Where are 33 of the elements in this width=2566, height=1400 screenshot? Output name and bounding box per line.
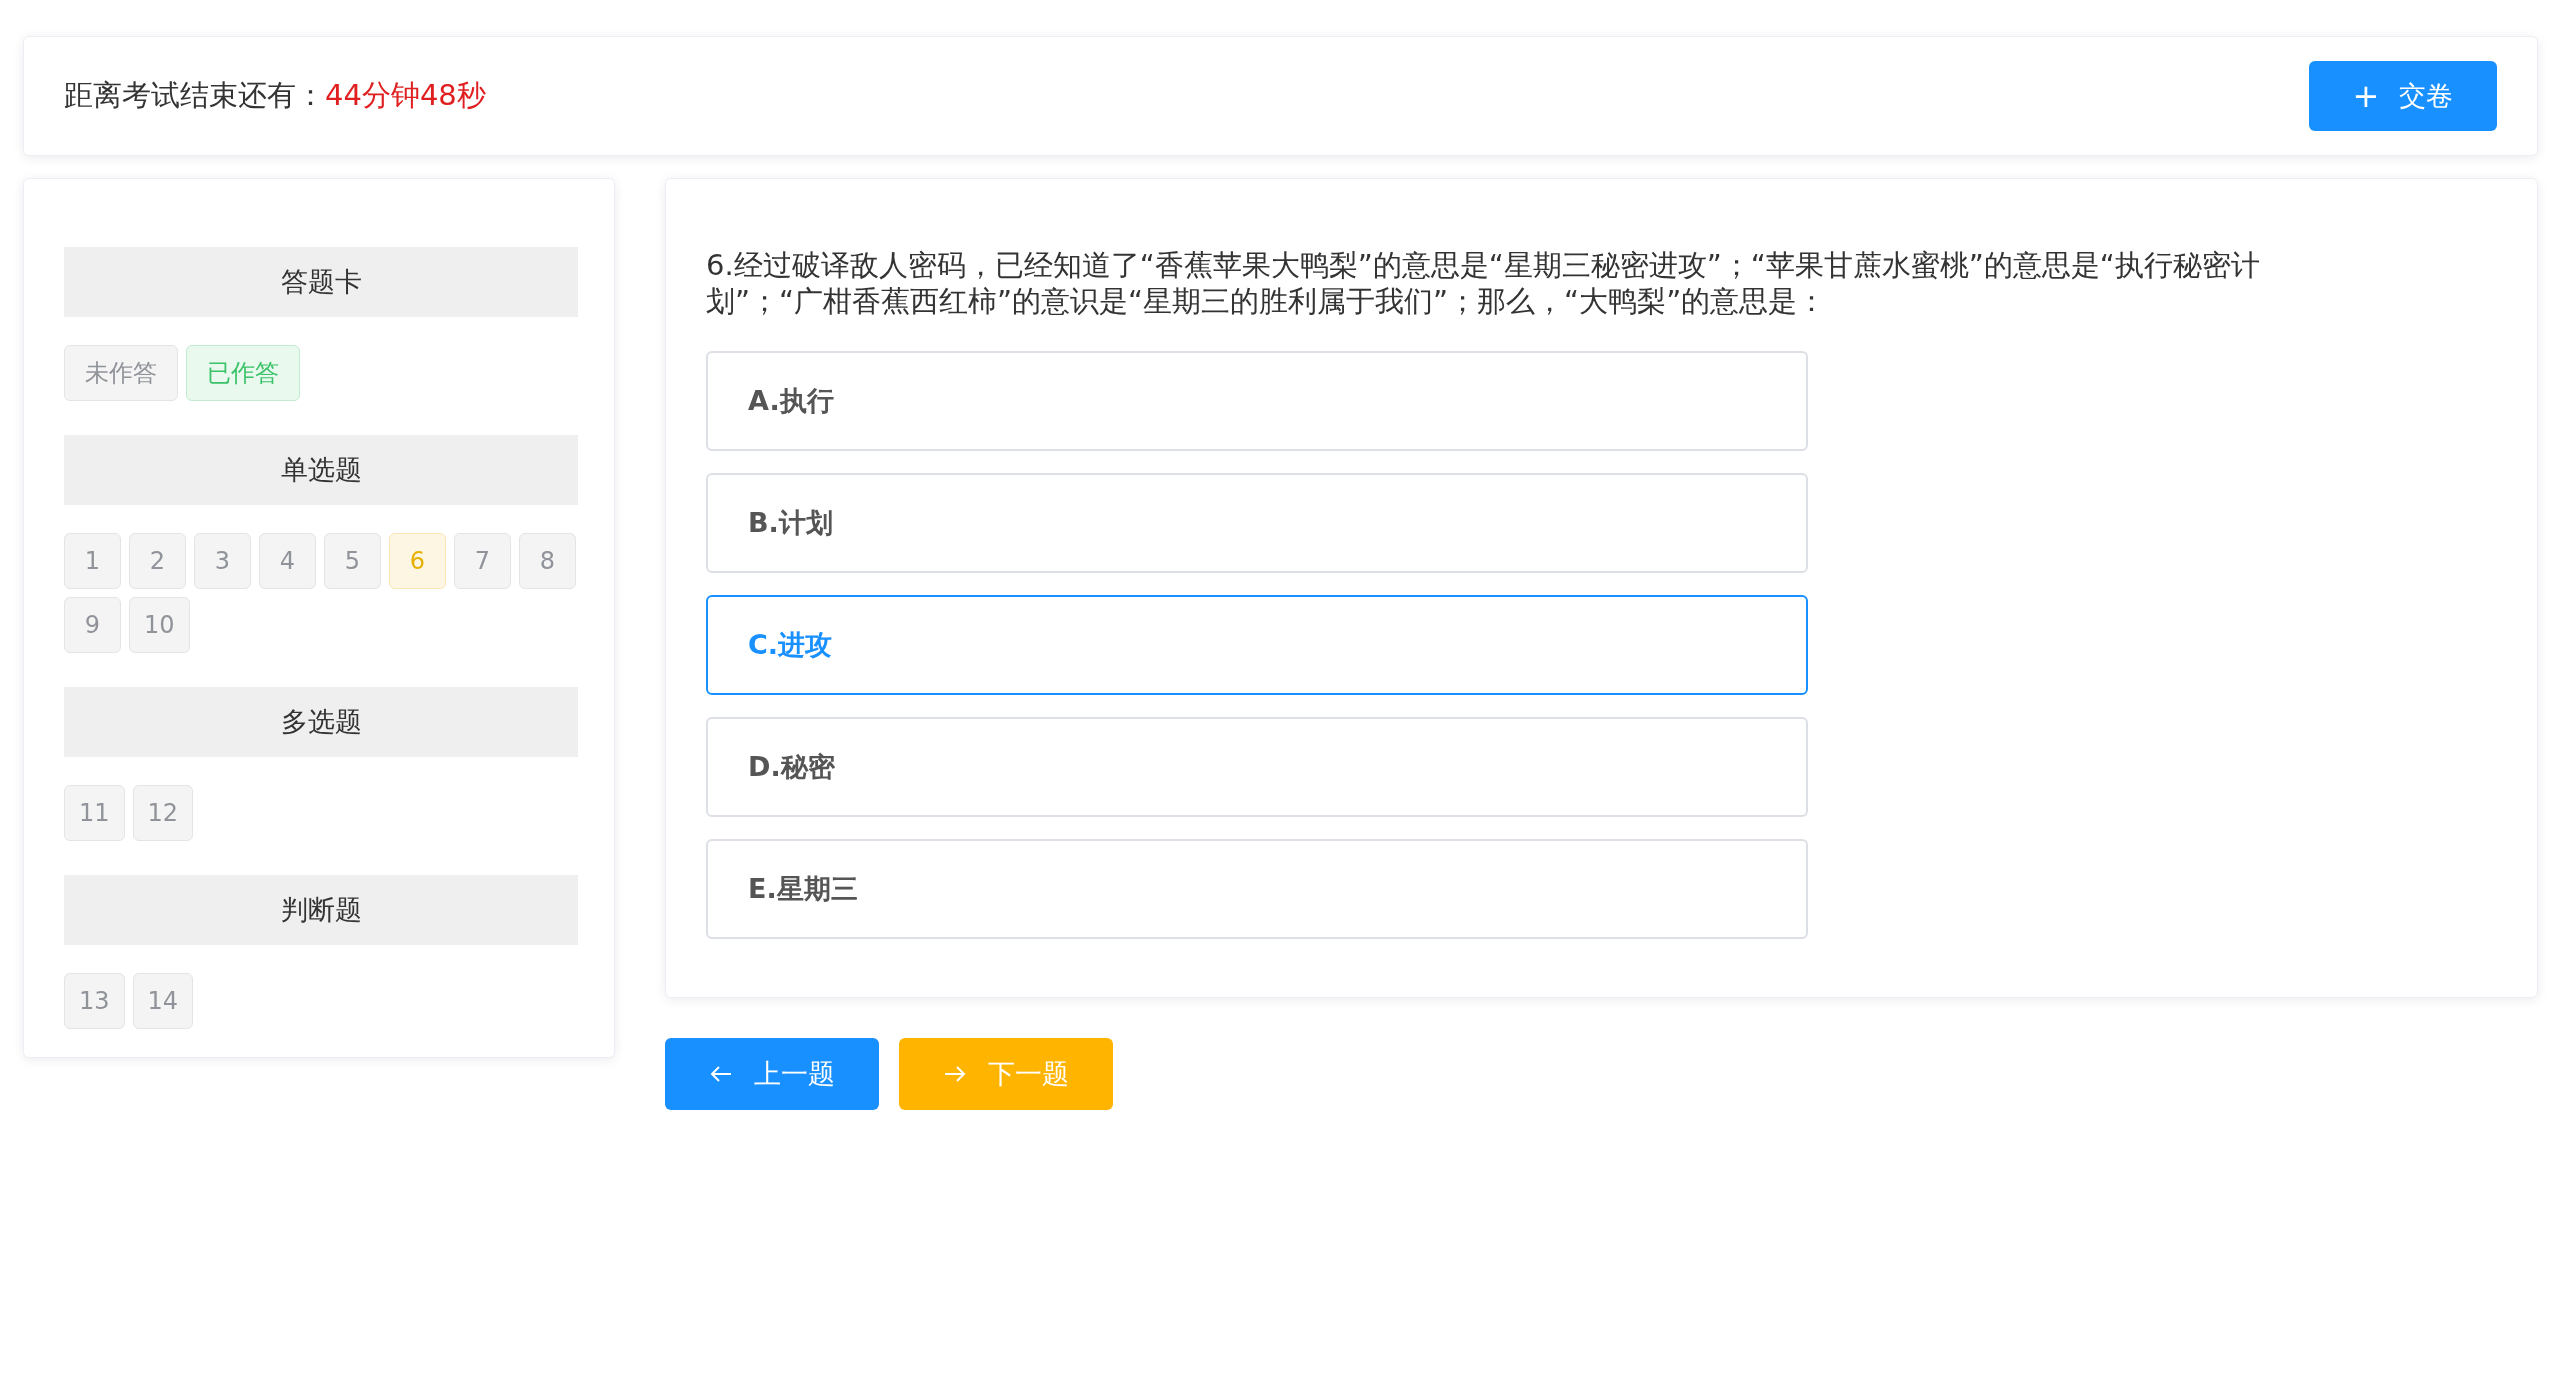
question-number-button[interactable]: 11 [64,785,125,841]
submit-button[interactable]: + 交卷 [2309,61,2497,131]
question-number-button[interactable]: 8 [519,533,576,589]
next-button[interactable]: 下一题 [899,1038,1113,1110]
question-number-button[interactable]: 3 [194,533,251,589]
legend-tag[interactable]: 已作答 [186,345,300,401]
question-number-button[interactable]: 7 [454,533,511,589]
section-header: 单选题 [64,435,578,505]
answer-option[interactable]: B.计划 [706,473,1808,573]
section-header: 判断题 [64,875,578,945]
timer-label: 距离考试结束还有： [64,77,325,114]
answer-option[interactable]: D.秘密 [706,717,1808,817]
section-header: 答题卡 [64,247,578,317]
answer-option[interactable]: A.执行 [706,351,1808,451]
question-text: 6.经过破译敌人密码，已经知道了“香蕉苹果大鸭梨”的意思是“星期三秘密进攻”；“苹果甘蔗水蜜桃”的意思是“执行秘密计划”；“广柑香蕉西红柿”的意识是“星期三的胜利属于我们”；那么，“大鸭梨”的意思是： [706,247,2261,319]
right-arrow-icon [943,1065,966,1083]
remaining-time: 44分钟48秒 [325,77,486,114]
question-number-button[interactable]: 6 [389,533,446,589]
question-number-button[interactable]: 13 [64,973,125,1029]
legend-tag[interactable]: 未作答 [64,345,178,401]
question-number-button[interactable]: 14 [132,973,194,1029]
question-number-button[interactable]: 4 [259,533,316,589]
answer-option[interactable]: C.进攻 [706,595,1808,695]
question-number-button[interactable]: 10 [129,597,190,653]
question-number-button[interactable]: 2 [129,533,186,589]
answer-option[interactable]: E.星期三 [706,839,1808,939]
question-number-button[interactable]: 9 [64,597,121,653]
previous-button[interactable]: 上一题 [665,1038,879,1110]
left-arrow-icon [709,1065,732,1083]
section-header: 多选题 [64,687,578,757]
question-number-button[interactable]: 12 [132,785,194,841]
question-number-button[interactable]: 5 [324,533,381,589]
question-number-button[interactable]: 1 [64,533,121,589]
